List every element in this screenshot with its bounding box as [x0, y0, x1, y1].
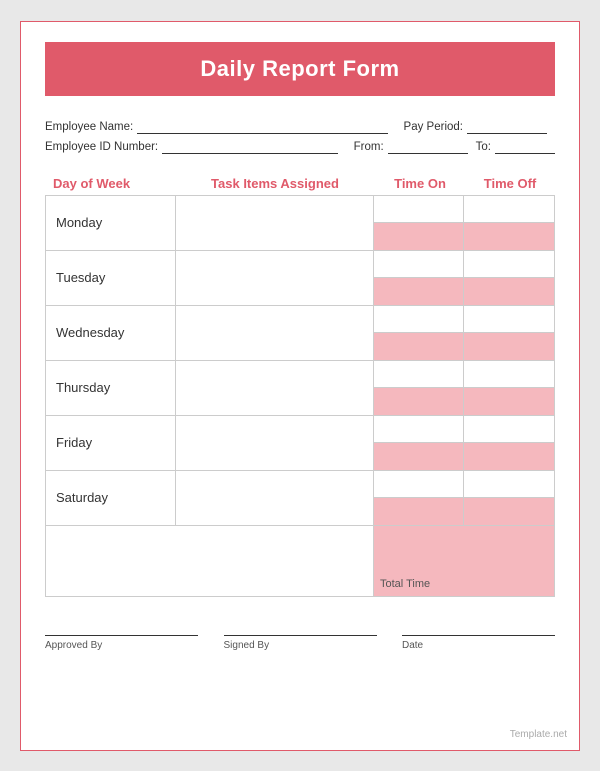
date-line	[402, 635, 555, 636]
timeon-top-friday	[374, 416, 463, 443]
day-wednesday: Wednesday	[46, 306, 176, 360]
task-thursday[interactable]	[176, 361, 374, 415]
timeon-monday[interactable]	[374, 196, 464, 250]
timeoff-top-tuesday	[464, 251, 554, 278]
employee-fields: Employee Name: Pay Period: Employee ID N…	[45, 120, 555, 154]
timeoff-bottom-friday	[464, 443, 554, 470]
timeoff-friday[interactable]	[464, 416, 554, 470]
pay-period-label: Pay Period:	[404, 121, 463, 133]
signed-by-line	[224, 635, 377, 636]
timeoff-thursday[interactable]	[464, 361, 554, 415]
form-title: Daily Report Form	[55, 56, 545, 82]
timeoff-top-saturday	[464, 471, 554, 498]
signed-by-label: Signed By	[224, 640, 270, 651]
table-row: Monday	[46, 196, 554, 251]
col-task-header: Task Items Assigned	[175, 172, 375, 195]
to-label: To:	[476, 141, 491, 153]
timeoff-top-wednesday	[464, 306, 554, 333]
timeoff-saturday[interactable]	[464, 471, 554, 525]
task-friday[interactable]	[176, 416, 374, 470]
task-monday[interactable]	[176, 196, 374, 250]
timeon-wednesday[interactable]	[374, 306, 464, 360]
day-thursday: Thursday	[46, 361, 176, 415]
table-body: Monday Tuesday	[45, 195, 555, 597]
timeon-bottom-saturday	[374, 498, 463, 525]
total-row: Total Time	[46, 526, 554, 596]
table-row: Wednesday	[46, 306, 554, 361]
timeon-top-thursday	[374, 361, 463, 388]
timeoff-monday[interactable]	[464, 196, 554, 250]
table-row: Friday	[46, 416, 554, 471]
date-label: Date	[402, 640, 423, 651]
table-row: Tuesday	[46, 251, 554, 306]
timeoff-bottom-thursday	[464, 388, 554, 415]
timeon-bottom-monday	[374, 223, 463, 250]
day-saturday: Saturday	[46, 471, 176, 525]
timeoff-wednesday[interactable]	[464, 306, 554, 360]
timeoff-bottom-tuesday	[464, 278, 554, 305]
date-section: Date	[402, 635, 555, 651]
timeon-top-saturday	[374, 471, 463, 498]
id-row: Employee ID Number: From: To:	[45, 140, 555, 154]
timeoff-top-friday	[464, 416, 554, 443]
task-saturday[interactable]	[176, 471, 374, 525]
timeon-top-tuesday	[374, 251, 463, 278]
timeoff-tuesday[interactable]	[464, 251, 554, 305]
schedule-table: Day of Week Task Items Assigned Time On …	[45, 172, 555, 597]
signed-by-section: Signed By	[224, 635, 377, 651]
day-friday: Friday	[46, 416, 176, 470]
timeon-bottom-thursday	[374, 388, 463, 415]
total-time-area[interactable]: Total Time	[374, 526, 554, 596]
table-row: Saturday	[46, 471, 554, 526]
watermark: Template.net	[510, 729, 567, 740]
total-time-label: Total Time	[380, 578, 430, 590]
employee-id-input[interactable]	[162, 140, 338, 154]
task-wednesday[interactable]	[176, 306, 374, 360]
from-input[interactable]	[388, 140, 468, 154]
from-label: From:	[354, 141, 384, 153]
form-header: Daily Report Form	[45, 42, 555, 96]
to-input[interactable]	[495, 140, 555, 154]
timeon-top-monday	[374, 196, 463, 223]
approved-by-label: Approved By	[45, 640, 102, 651]
timeoff-bottom-saturday	[464, 498, 554, 525]
timeon-friday[interactable]	[374, 416, 464, 470]
employee-name-label: Employee Name:	[45, 121, 133, 133]
approved-by-line	[45, 635, 198, 636]
task-tuesday[interactable]	[176, 251, 374, 305]
timeon-bottom-tuesday	[374, 278, 463, 305]
form-page: Daily Report Form Employee Name: Pay Per…	[20, 21, 580, 751]
employee-name-input[interactable]	[137, 120, 387, 134]
day-tuesday: Tuesday	[46, 251, 176, 305]
total-label-cell	[46, 526, 374, 596]
timeon-bottom-wednesday	[374, 333, 463, 360]
table-row: Thursday	[46, 361, 554, 416]
day-monday: Monday	[46, 196, 176, 250]
col-day-header: Day of Week	[45, 172, 175, 195]
col-timeoff-header: Time Off	[465, 172, 555, 195]
timeoff-bottom-wednesday	[464, 333, 554, 360]
timeoff-top-monday	[464, 196, 554, 223]
approved-by-section: Approved By	[45, 635, 198, 651]
timeon-tuesday[interactable]	[374, 251, 464, 305]
timeon-bottom-friday	[374, 443, 463, 470]
pay-period-input[interactable]	[467, 120, 547, 134]
timeon-saturday[interactable]	[374, 471, 464, 525]
timeoff-bottom-monday	[464, 223, 554, 250]
timeoff-top-thursday	[464, 361, 554, 388]
form-footer: Approved By Signed By Date	[45, 627, 555, 651]
table-header-row: Day of Week Task Items Assigned Time On …	[45, 172, 555, 195]
timeon-thursday[interactable]	[374, 361, 464, 415]
employee-id-label: Employee ID Number:	[45, 141, 158, 153]
timeon-top-wednesday	[374, 306, 463, 333]
col-timeon-header: Time On	[375, 172, 465, 195]
name-row: Employee Name: Pay Period:	[45, 120, 555, 134]
